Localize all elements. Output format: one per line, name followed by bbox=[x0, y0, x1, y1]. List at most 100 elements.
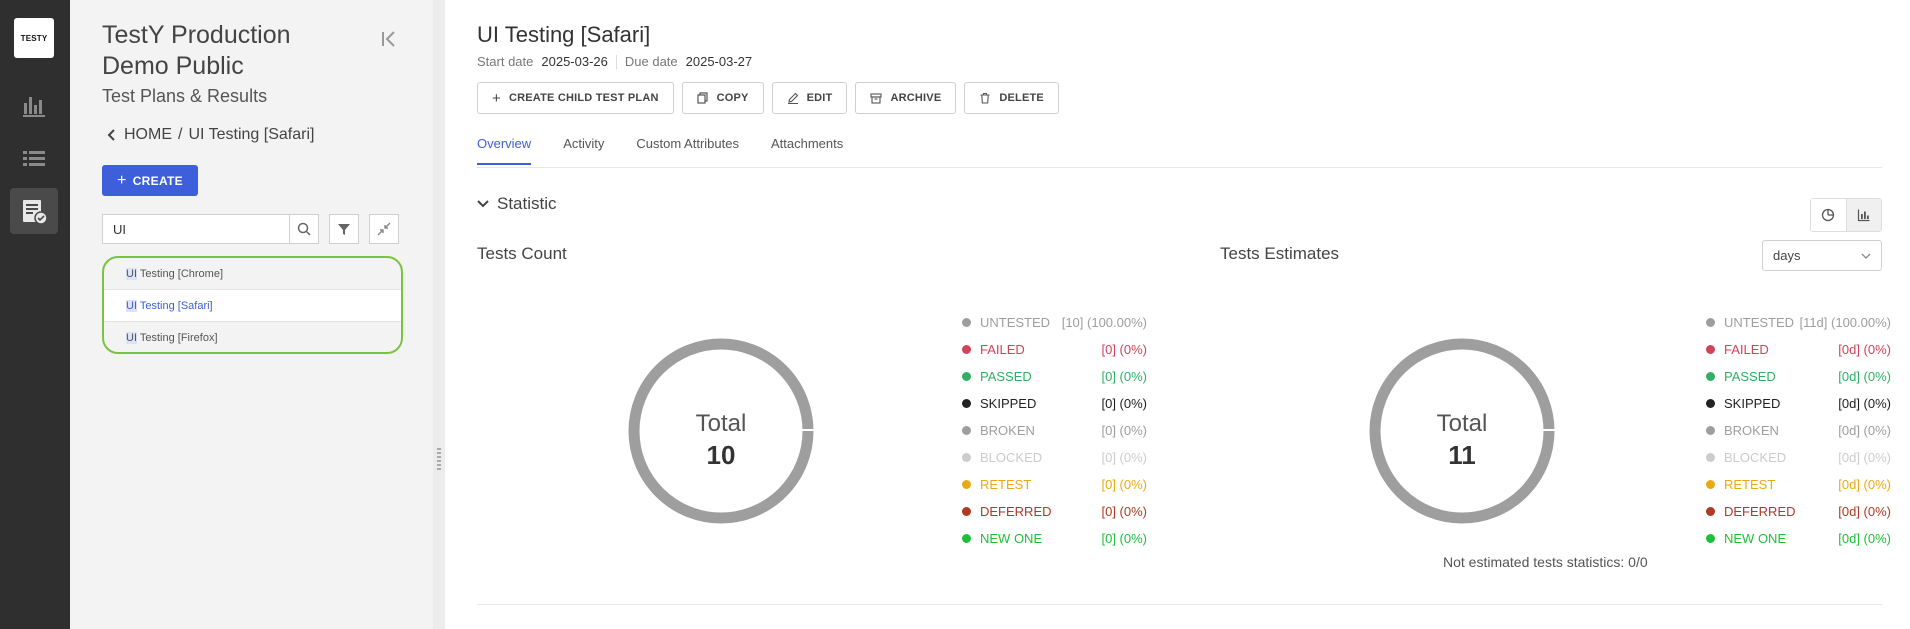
tests-estimates-legend: UNTESTED [11d] (100.00%) FAILED [0d] (0%) PA… bbox=[1706, 309, 1891, 552]
legend-label: UNTESTED bbox=[980, 315, 1051, 330]
tab-overview[interactable]: Overview bbox=[477, 136, 532, 165]
legend-item[interactable]: DEFERRED [0d] (0%) bbox=[1706, 498, 1891, 525]
chart-type-toggle bbox=[1810, 198, 1882, 232]
legend-item[interactable]: RETEST [0] (0%) bbox=[962, 471, 1147, 498]
search-match: UI bbox=[126, 300, 137, 312]
chevron-left-icon[interactable] bbox=[106, 128, 118, 142]
test-plans-nav-button[interactable] bbox=[10, 188, 58, 234]
date-divider bbox=[615, 54, 617, 69]
legend-value: [0] (0%) bbox=[1101, 369, 1147, 384]
legend-label: NEW ONE bbox=[1724, 531, 1787, 546]
legend-value: [0] (0%) bbox=[1101, 504, 1147, 519]
tree-item-chrome[interactable]: UI Testing [Chrome] bbox=[104, 258, 401, 290]
tests-count-title: Tests Count bbox=[477, 244, 567, 263]
tab-custom-attributes[interactable]: Custom Attributes bbox=[636, 136, 739, 165]
legend-label: UNTESTED bbox=[1724, 315, 1795, 330]
testy-logo[interactable]: TESTY bbox=[14, 18, 54, 58]
status-dot-icon bbox=[1706, 345, 1715, 354]
statistic-toggle[interactable]: Statistic bbox=[477, 194, 557, 214]
analytics-nav-button[interactable] bbox=[10, 82, 58, 128]
status-dot-icon bbox=[1706, 399, 1715, 408]
legend-value: [0] (0%) bbox=[1101, 396, 1147, 411]
copy-button[interactable]: COPY bbox=[681, 82, 764, 114]
collapse-all-button[interactable] bbox=[369, 214, 399, 244]
tab-activity[interactable]: Activity bbox=[563, 136, 604, 165]
tests-count-donut: Total 10 bbox=[626, 336, 816, 526]
edit-button[interactable]: EDIT bbox=[771, 82, 848, 114]
total-label: Total bbox=[695, 410, 747, 437]
delete-button[interactable]: DELETE bbox=[964, 82, 1059, 114]
project-subtitle: Test Plans & Results bbox=[102, 86, 268, 106]
legend-item[interactable]: FAILED [0d] (0%) bbox=[1706, 336, 1891, 363]
status-dot-icon bbox=[962, 399, 971, 408]
search-match: UI bbox=[126, 268, 137, 280]
legend-value: [0d] (0%) bbox=[1838, 504, 1891, 519]
search-input[interactable] bbox=[103, 215, 289, 243]
search-button[interactable] bbox=[289, 215, 318, 243]
legend-value: [0d] (0%) bbox=[1838, 369, 1891, 384]
start-date-label: Start date bbox=[477, 54, 534, 69]
collapse-sidebar-icon[interactable] bbox=[378, 28, 400, 50]
legend-item[interactable]: BLOCKED [0d] (0%) bbox=[1706, 444, 1891, 471]
filter-button[interactable] bbox=[329, 214, 359, 244]
breadcrumb-home[interactable]: HOME bbox=[124, 126, 172, 144]
tab-bar: Overview Activity Custom Attributes Atta… bbox=[477, 136, 843, 165]
legend-item[interactable]: UNTESTED [10] (100.00%) bbox=[962, 309, 1147, 336]
legend-label: DEFERRED bbox=[1724, 504, 1796, 519]
status-dot-icon bbox=[962, 534, 971, 543]
tab-attachments[interactable]: Attachments bbox=[771, 136, 843, 165]
status-dot-icon bbox=[1706, 507, 1715, 516]
icon-rail: TESTY bbox=[0, 0, 70, 629]
create-button[interactable]: + CREATE bbox=[102, 165, 198, 196]
pie-chart-icon bbox=[1822, 208, 1835, 222]
legend-label: FAILED bbox=[980, 342, 1025, 357]
legend-item[interactable]: NEW ONE [0] (0%) bbox=[962, 525, 1147, 552]
legend-value: [10] (100.00%) bbox=[1061, 315, 1147, 330]
tree-item-safari[interactable]: UI Testing [Safari] bbox=[104, 290, 401, 322]
project-title: TestY Production Demo Public bbox=[102, 21, 291, 80]
legend-item[interactable]: BLOCKED [0] (0%) bbox=[962, 444, 1147, 471]
status-dot-icon bbox=[1706, 372, 1715, 381]
legend-label: BLOCKED bbox=[1724, 450, 1787, 465]
legend-item[interactable]: SKIPPED [0d] (0%) bbox=[1706, 390, 1891, 417]
status-dot-icon bbox=[962, 426, 971, 435]
resize-grip-icon[interactable] bbox=[437, 448, 441, 470]
legend-item[interactable]: BROKEN [0d] (0%) bbox=[1706, 417, 1891, 444]
legend-value: [0d] (0%) bbox=[1838, 450, 1891, 465]
bar-view-button[interactable] bbox=[1846, 199, 1881, 231]
legend-value: [11d] (100.00%) bbox=[1799, 315, 1891, 330]
legend-item[interactable]: UNTESTED [11d] (100.00%) bbox=[1706, 309, 1891, 336]
legend-value: [0d] (0%) bbox=[1838, 531, 1891, 546]
tree-item-firefox[interactable]: UI Testing [Firefox] bbox=[104, 322, 401, 352]
panel-splitter[interactable] bbox=[433, 0, 445, 629]
create-child-test-plan-button[interactable]: + CREATE CHILD TEST PLAN bbox=[477, 82, 674, 114]
not-estimated-note: Not estimated tests statistics: 0/0 bbox=[1443, 554, 1648, 570]
legend-value: [0] (0%) bbox=[1101, 450, 1147, 465]
estimate-unit-select[interactable]: days bbox=[1762, 240, 1882, 271]
legend-item[interactable]: BROKEN [0] (0%) bbox=[962, 417, 1147, 444]
test-plan-sidebar: TestY Production Demo Public Test Plans … bbox=[70, 0, 433, 629]
legend-value: [0] (0%) bbox=[1101, 342, 1147, 357]
legend-value: [0d] (0%) bbox=[1838, 342, 1891, 357]
archive-button[interactable]: ARCHIVE bbox=[855, 82, 957, 114]
legend-value: [0] (0%) bbox=[1101, 477, 1147, 492]
total-label: Total bbox=[1436, 410, 1488, 437]
legend-item[interactable]: NEW ONE [0d] (0%) bbox=[1706, 525, 1891, 552]
test-suites-nav-button[interactable] bbox=[10, 136, 58, 182]
pie-view-button[interactable] bbox=[1811, 199, 1847, 231]
legend-item[interactable]: FAILED [0] (0%) bbox=[962, 336, 1147, 363]
legend-item[interactable]: PASSED [0d] (0%) bbox=[1706, 363, 1891, 390]
tests-count-legend: UNTESTED [10] (100.00%) FAILED [0] (0%) PASS… bbox=[962, 309, 1147, 552]
create-child-label: CREATE CHILD TEST PLAN bbox=[508, 92, 659, 104]
legend-value: [0] (0%) bbox=[1101, 423, 1147, 438]
legend-value: [0d] (0%) bbox=[1838, 396, 1891, 411]
due-date-label: Due date bbox=[624, 54, 678, 69]
status-dot-icon bbox=[962, 480, 971, 489]
legend-item[interactable]: DEFERRED [0] (0%) bbox=[962, 498, 1147, 525]
bar-chart-icon bbox=[23, 97, 45, 117]
legend-item[interactable]: RETEST [0d] (0%) bbox=[1706, 471, 1891, 498]
legend-item[interactable]: PASSED [0] (0%) bbox=[962, 363, 1147, 390]
archive-label: ARCHIVE bbox=[890, 92, 942, 104]
legend-item[interactable]: SKIPPED [0] (0%) bbox=[962, 390, 1147, 417]
status-dot-icon bbox=[1706, 426, 1715, 435]
